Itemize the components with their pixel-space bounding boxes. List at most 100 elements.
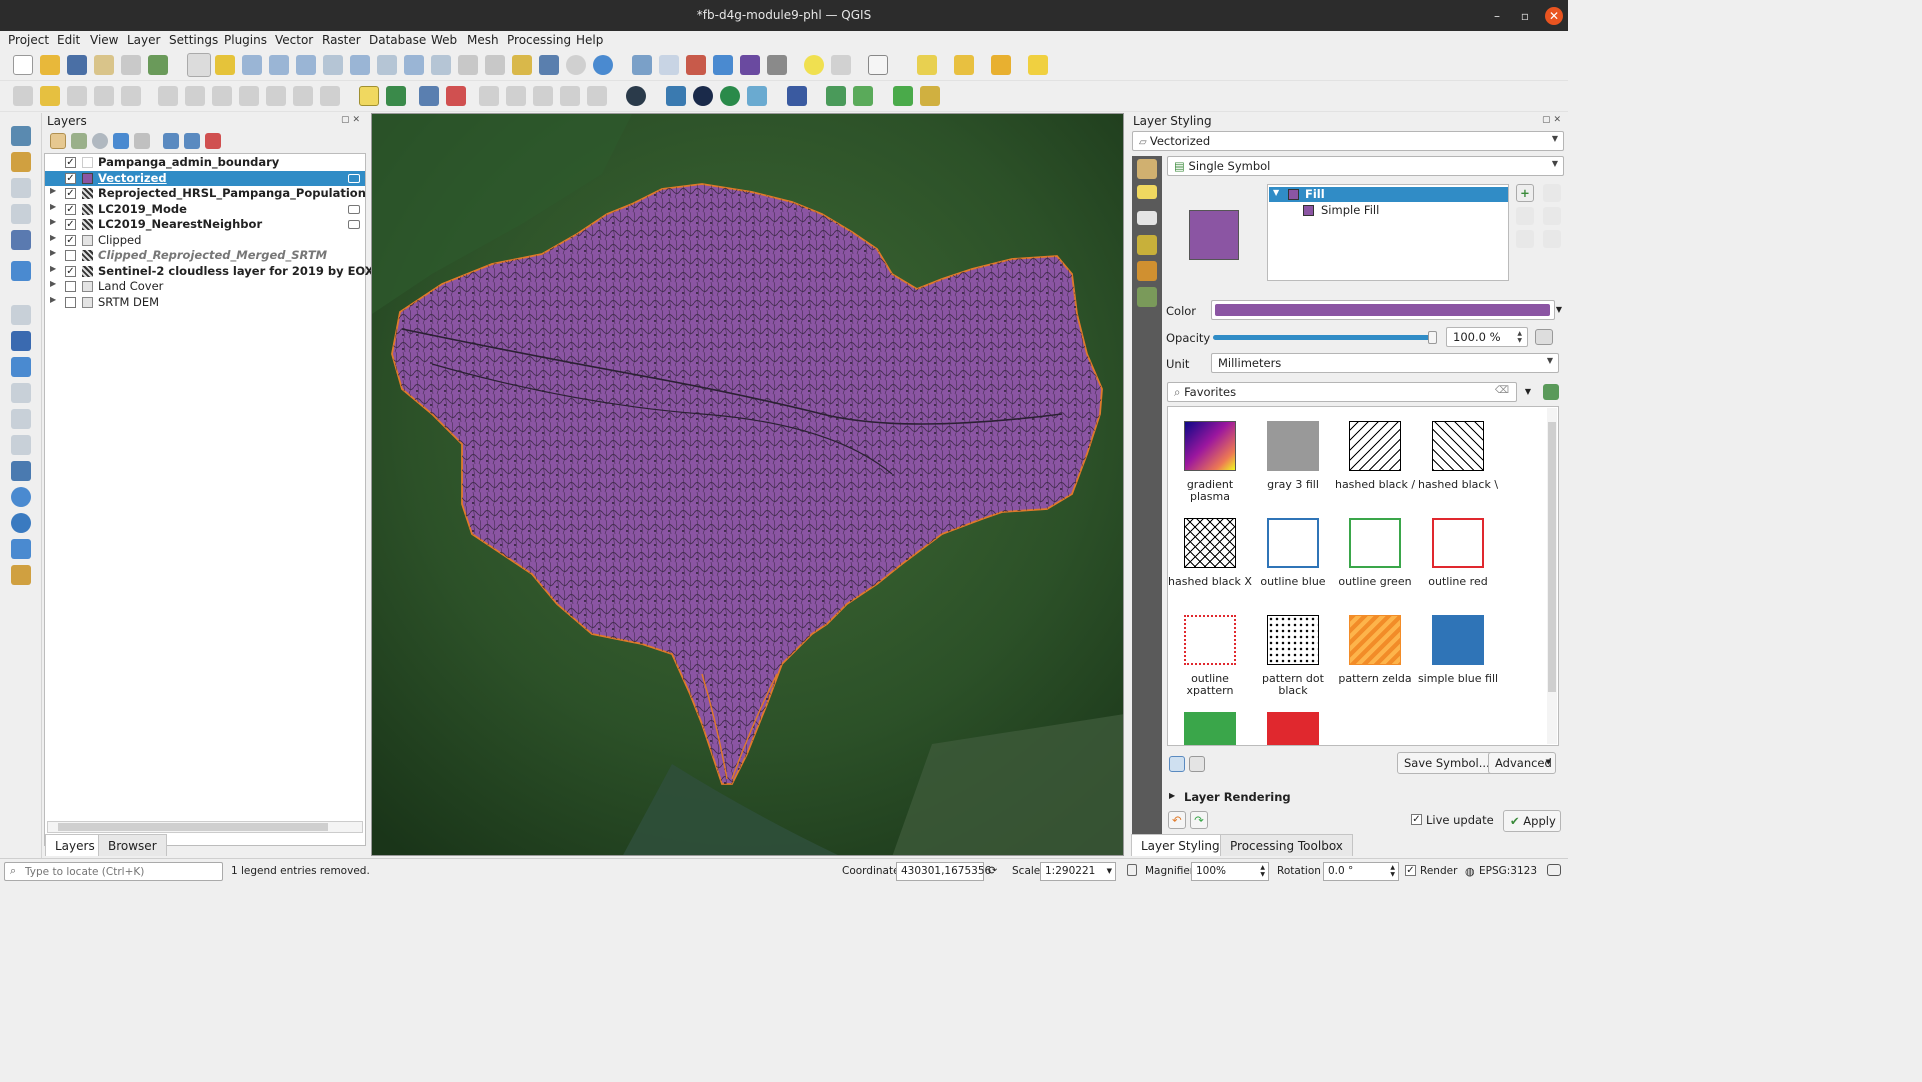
3d-view-tab-icon[interactable] [1137,235,1157,255]
menu-mesh[interactable]: Mesh [467,33,499,47]
new-map-view-icon[interactable] [458,55,478,75]
statistics-icon[interactable] [686,55,706,75]
current-edits-icon[interactable] [13,86,33,106]
tab-layer-styling[interactable]: Layer Styling [1131,834,1230,856]
label-toolbar-icon[interactable] [359,86,379,106]
data-defined-override-icon[interactable] [1535,329,1553,345]
remove-symbol-layer-icon[interactable] [1516,207,1534,225]
menu-view[interactable]: View [90,33,118,47]
menu-raster[interactable]: Raster [322,33,361,47]
add-wfs-icon[interactable] [11,513,31,533]
minimize-button[interactable]: – [1488,7,1506,25]
run-script-icon[interactable] [920,86,940,106]
processing-history-icon[interactable] [853,86,873,106]
opacity-slider-handle[interactable] [1428,331,1437,344]
layer-row-lc2019-nearestneighbor[interactable]: ▶ ✓ LC2019_NearestNeighbor [45,217,365,233]
toggle-editing-icon[interactable] [40,86,60,106]
data-source-manager-icon[interactable] [11,126,31,146]
add-virtual-vector-icon[interactable] [11,435,31,455]
new-print-layout-icon[interactable] [94,55,114,75]
crs-globe-icon[interactable]: ◍ [1465,865,1475,878]
clear-search-icon[interactable]: ⌫ [1495,385,1509,396]
move-up-icon[interactable] [1543,184,1561,202]
map-tips-icon[interactable] [804,55,824,75]
symbol-search-input[interactable]: ⌕ Favorites ⌫ [1167,382,1517,402]
lock-scale-icon[interactable] [1127,864,1137,876]
magnifier-field[interactable]: 100% ▲ ▼ [1191,862,1269,881]
expand-arrow-icon[interactable]: ▶ [50,248,56,257]
vertex-tool-icon[interactable] [121,86,141,106]
georeferencer-icon[interactable] [747,86,767,106]
add-virtual-layer-icon[interactable] [11,261,31,281]
open-project-icon[interactable] [40,55,60,75]
show-bookmarks-icon[interactable] [539,55,559,75]
menu-project[interactable]: Project [8,33,49,47]
undo-icon[interactable] [293,86,313,106]
icon-view-icon[interactable] [1169,756,1185,772]
change-label-icon[interactable] [533,86,553,106]
add-group-icon[interactable] [71,133,87,149]
add-mesh-layer-icon[interactable] [11,357,31,377]
menu-settings[interactable]: Settings [169,33,218,47]
processing-model-icon[interactable] [826,86,846,106]
scale-combo[interactable]: 1:290221 ▼ [1040,862,1116,881]
layer-visibility-checkbox[interactable] [65,250,76,261]
panel-float-close-buttons[interactable]: ▢✕ [1542,115,1564,125]
layer-visibility-checkbox[interactable]: ✓ [65,234,76,246]
symbol-outline-xpattern[interactable] [1184,615,1236,665]
toggle-extents-icon[interactable]: ⟳ [988,864,997,877]
menu-database[interactable]: Database [369,33,426,47]
expand-arrow-icon[interactable]: ▶ [50,295,56,304]
scrollbar-thumb[interactable] [1548,422,1556,692]
layer-rendering-label[interactable]: Layer Rendering [1184,790,1291,804]
close-window-button[interactable]: ✕ [1545,7,1563,25]
show-hide-labels-icon[interactable] [446,86,466,106]
layer-indicator-icon[interactable] [348,204,360,214]
save-edits-icon[interactable] [67,86,87,106]
collapse-arrow-icon[interactable]: ▼ [1273,188,1279,197]
expand-arrow-icon[interactable]: ▶ [50,186,56,195]
color-menu-arrow-icon[interactable]: ▼ [1554,300,1564,320]
symbol-gradient-plasma[interactable] [1184,421,1236,471]
layer-row-pampanga-admin-boundary[interactable]: ✓ Pampanga_admin_boundary [45,155,365,171]
delete-selected-icon[interactable] [185,86,205,106]
maximize-button[interactable]: ▫ [1516,7,1534,25]
symbol-outline-red[interactable] [1432,518,1484,568]
filter-legend-icon[interactable] [113,133,129,149]
symbol-hashed-black-x[interactable] [1184,518,1236,568]
expand-arrow-icon[interactable]: ▶ [50,202,56,211]
layer-row-clipped-reprojected-srtm[interactable]: ▶ Clipped_Reprojected_Merged_SRTM [45,248,365,264]
zoom-next-icon[interactable] [431,55,451,75]
opacity-spinbox[interactable]: 100.0 % ▲ ▼ [1446,327,1528,347]
list-view-icon[interactable] [1189,756,1205,772]
layer-visibility-checkbox[interactable]: ✓ [65,219,76,230]
tab-browser[interactable]: Browser [98,834,167,856]
redo-style-icon[interactable]: ↷ [1190,811,1208,829]
select-features-icon[interactable] [917,55,937,75]
select-by-location-icon[interactable] [1028,55,1048,75]
refresh-icon[interactable] [593,55,613,75]
layer-visibility-checkbox[interactable]: ✓ [65,172,76,184]
locator-search[interactable]: ⌕ [4,862,223,881]
new-geopackage-icon[interactable] [11,152,31,172]
add-wcs-icon[interactable] [11,539,31,559]
modify-attributes-icon[interactable] [158,86,178,106]
new-3d-map-icon[interactable] [485,55,505,75]
expand-all-icon[interactable] [163,133,179,149]
diagram-icon[interactable] [386,86,406,106]
history-tab-icon[interactable] [1137,287,1157,307]
layer-row-vectorized[interactable]: ✓ Vectorized [45,170,365,186]
symbol-simple-green-fill[interactable] [1184,712,1236,745]
duplicate-symbol-layer-icon[interactable] [1516,230,1534,248]
move-diagram-icon[interactable] [560,86,580,106]
pan-map-icon[interactable] [187,53,211,77]
horizontal-scrollbar[interactable] [47,821,363,833]
layer-rendering-arrow-icon[interactable]: ▶ [1169,791,1175,800]
zoom-native-icon[interactable] [377,55,397,75]
symbol-simple-blue-fill[interactable] [1432,615,1484,665]
rotation-field[interactable]: 0.0 ° ▲ ▼ [1323,862,1399,881]
layer-visibility-checkbox[interactable]: ✓ [65,188,76,199]
layer-visibility-checkbox[interactable]: ✓ [65,157,76,168]
add-xyz-layer-icon[interactable] [11,565,31,585]
symbology-tab-icon[interactable] [1137,159,1157,179]
